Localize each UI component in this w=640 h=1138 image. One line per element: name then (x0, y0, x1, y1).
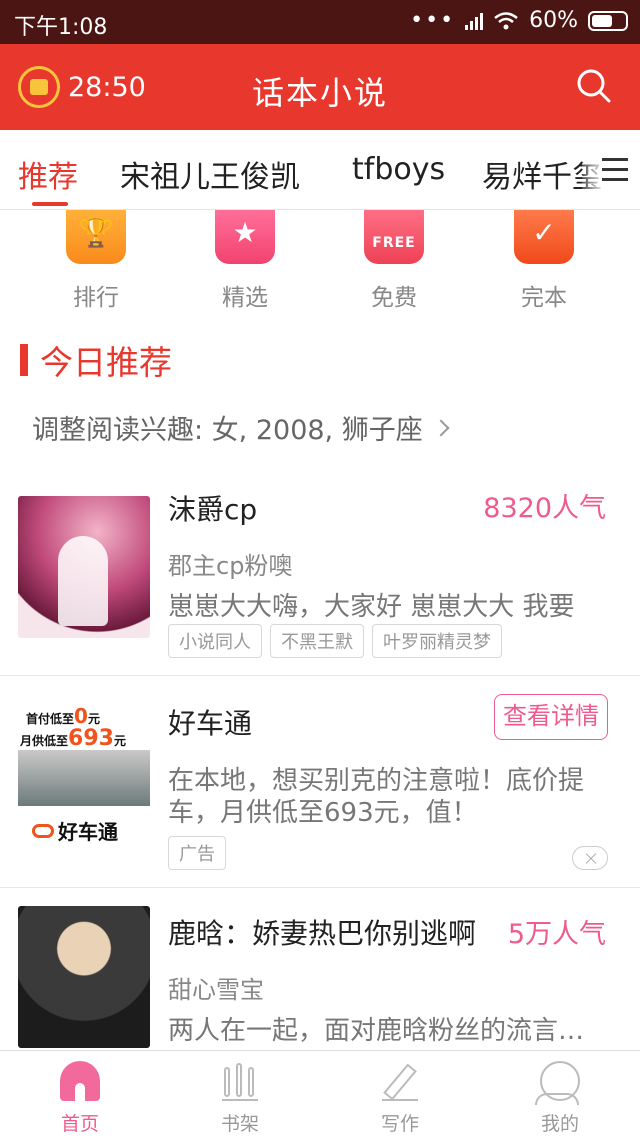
menu-icon[interactable] (582, 130, 640, 208)
app-header: 28:50 话本小说 (0, 44, 640, 130)
quick-links: 🏆 排行 ★ 精选 FREE 免费 ✓ 完本 (0, 210, 640, 315)
book-cover (18, 906, 150, 1048)
book-author: 甜心雪宝 (168, 976, 264, 1004)
wifi-icon (494, 11, 518, 29)
nav-label: 我的 (540, 1113, 579, 1135)
book-tag[interactable]: 小说同人 (168, 624, 262, 658)
ad-photo (18, 750, 150, 806)
book-tag[interactable]: 叶罗丽精灵梦 (372, 624, 502, 658)
book-author: 郡主cp粉噢 (168, 552, 293, 580)
divider (0, 675, 640, 676)
category-tabs: 推荐 宋祖儿王俊凯 tfboys 易烊千玺 (0, 130, 640, 210)
book-description: 崽崽大大嗨，大家好 崽崽大大 我要 (168, 592, 575, 622)
ad-brand-logo: 好车通 (32, 816, 118, 845)
brand-logo-icon (32, 823, 54, 838)
pen-icon (380, 1061, 420, 1101)
check-icon: ✓ (514, 210, 574, 264)
book-cover (18, 496, 150, 638)
ad-title: 好车通 (168, 707, 253, 740)
tab-song-wang[interactable]: 宋祖儿王俊凯 (120, 152, 300, 196)
app-title: 话本小说 (251, 74, 388, 112)
quick-link-ranking[interactable]: 🏆 排行 (46, 210, 146, 312)
quick-link-label: 精选 (222, 285, 268, 311)
ad-description-line: 车，月供低至693元，值！ (168, 798, 478, 828)
trophy-icon: 🏆 (66, 210, 126, 264)
interest-text: 调整阅读兴趣: 女, 2008, 狮子座 (32, 415, 423, 446)
view-details-button[interactable]: 查看详情 (494, 694, 608, 740)
chevron-right-icon (432, 419, 450, 436)
adjust-interest-link[interactable]: 调整阅读兴趣: 女, 2008, 狮子座 (32, 408, 450, 447)
bookshelf-icon (220, 1061, 260, 1101)
active-tab-indicator (32, 202, 68, 206)
section-accent-bar (20, 344, 28, 376)
tab-recommend[interactable]: 推荐 (18, 152, 78, 196)
battery-icon (588, 10, 628, 31)
book-title: 鹿晗：娇妻热巴你别逃啊 (168, 917, 477, 950)
nav-home[interactable]: 首页 (30, 1061, 130, 1136)
quick-link-free[interactable]: FREE 免费 (344, 210, 444, 312)
home-icon (60, 1061, 100, 1101)
popularity-count: 8320人气 (483, 493, 606, 524)
book-title: 沫爵cp (168, 493, 258, 526)
status-time: 下午1:08 (14, 15, 108, 40)
more-dots-icon: ••• (410, 8, 456, 33)
popularity-count: 5万人气 (507, 919, 606, 950)
ad-image: 首付低至0元 月供低至693元 好车通 (18, 690, 150, 850)
section-title-text: 今日推荐 (40, 343, 172, 382)
quick-link-label: 免费 (371, 285, 417, 311)
ad-tags: 广告 (168, 836, 226, 870)
nav-profile[interactable]: 我的 (510, 1061, 610, 1136)
star-icon: ★ (215, 210, 275, 264)
profile-icon (535, 1061, 580, 1105)
bottom-navigation: 首页 书架 写作 我的 (0, 1050, 640, 1138)
signal-icon (465, 12, 484, 30)
nav-label: 书架 (220, 1113, 259, 1135)
nav-write[interactable]: 写作 (350, 1061, 450, 1136)
nav-label: 首页 (60, 1113, 99, 1135)
quick-link-featured[interactable]: ★ 精选 (195, 210, 295, 312)
book-tag[interactable]: 不黑王默 (270, 624, 364, 658)
search-icon[interactable] (576, 68, 612, 104)
quick-link-label: 排行 (73, 285, 119, 311)
nav-bookshelf[interactable]: 书架 (190, 1061, 290, 1136)
status-bar: 下午1:08 ••• 60% (0, 0, 640, 44)
nav-label: 写作 (380, 1113, 419, 1135)
close-icon[interactable] (572, 846, 608, 870)
book-tags: 小说同人 不黑王默 叶罗丽精灵梦 (168, 624, 502, 658)
battery-percent: 60% (529, 8, 578, 33)
quick-link-label: 完本 (521, 285, 567, 311)
free-icon: FREE (364, 210, 424, 264)
section-title: 今日推荐 (20, 340, 172, 382)
ad-label: 广告 (168, 836, 226, 870)
book-description: 两人在一起，面对鹿晗粉丝的流言蜚语 (168, 1016, 608, 1046)
tab-tfboys[interactable]: tfboys (352, 152, 445, 187)
divider (0, 887, 640, 888)
quick-link-completed[interactable]: ✓ 完本 (494, 210, 594, 312)
